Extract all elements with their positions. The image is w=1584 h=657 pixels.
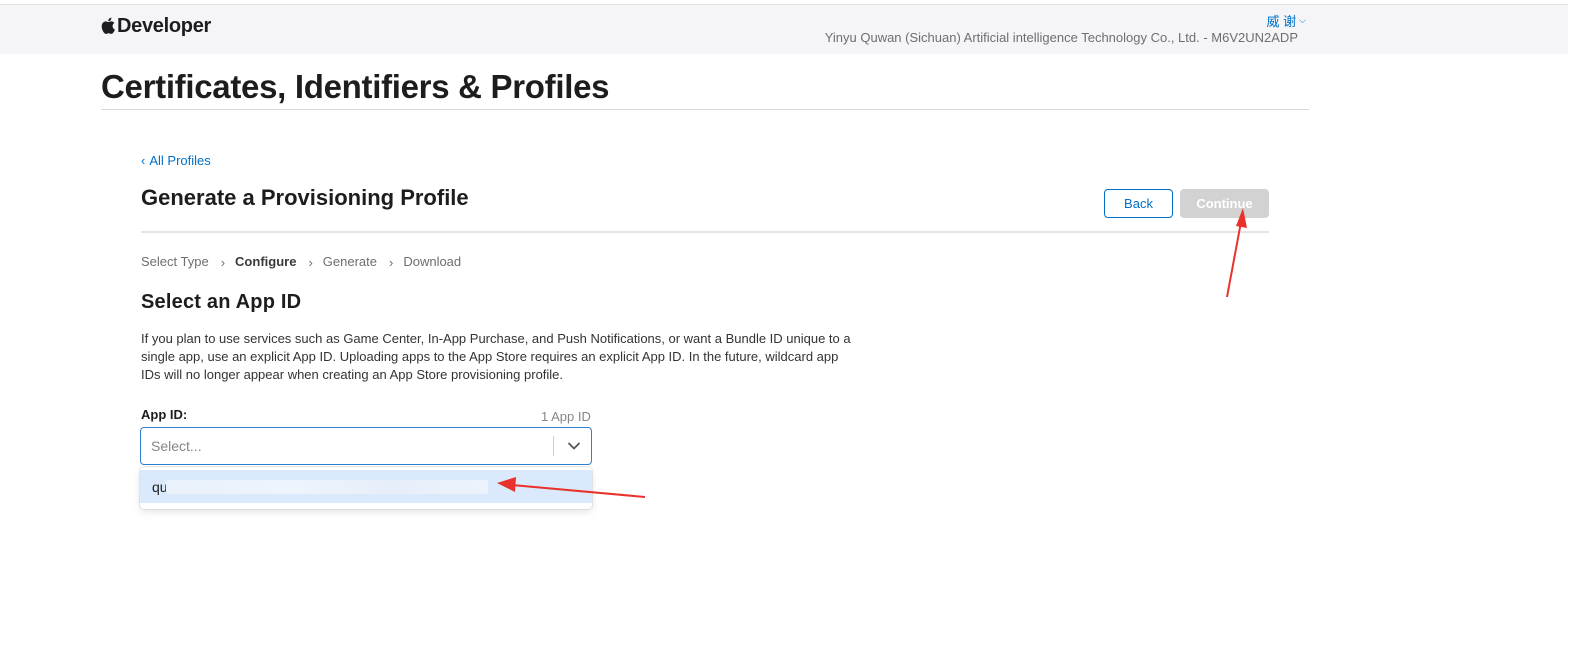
select-app-id-heading: Select an App ID bbox=[141, 291, 302, 313]
team-name: Yinyu Quwan (Sichuan) Artificial intelli… bbox=[824, 30, 1298, 45]
brand-label: Developer bbox=[117, 15, 212, 37]
annotation-arrow-continue bbox=[1226, 208, 1247, 298]
select-placeholder: Select... bbox=[151, 438, 202, 454]
back-button[interactable]: Back bbox=[1104, 189, 1173, 218]
apple-logo-icon bbox=[101, 17, 115, 34]
app-id-dropdown: qu bbox=[140, 467, 592, 509]
app-id-label: App ID: bbox=[141, 407, 188, 422]
continue-button[interactable]: Continue bbox=[1180, 189, 1269, 218]
app-id-option[interactable]: qu bbox=[140, 470, 592, 503]
app-id-description: If you plan to use services such as Game… bbox=[141, 331, 851, 382]
chevron-right-icon: › bbox=[388, 255, 394, 270]
chevron-right-icon: › bbox=[220, 255, 226, 270]
app-id-count: 1 App ID bbox=[541, 409, 591, 424]
chevron-down-icon bbox=[568, 442, 580, 450]
section-title: Generate a Provisioning Profile bbox=[141, 185, 469, 210]
user-name: 威 谢 bbox=[1266, 14, 1297, 29]
select-divider bbox=[553, 436, 554, 456]
chevron-left-icon: ‹ bbox=[141, 153, 146, 168]
chevron-down-icon: ⌵ bbox=[1299, 15, 1306, 25]
step-select-type: Select Type bbox=[141, 254, 209, 269]
app-id-select[interactable]: Select... bbox=[140, 427, 592, 465]
title-divider bbox=[101, 109, 1309, 110]
global-header: Developer 威 谢 ⌵ Yinyu Quwan (Sichuan) Ar… bbox=[0, 4, 1568, 54]
all-profiles-link[interactable]: ‹ All Profiles bbox=[141, 153, 211, 168]
redacted-text bbox=[166, 480, 488, 494]
step-generate: Generate bbox=[322, 254, 377, 269]
all-profiles-label: All Profiles bbox=[149, 153, 211, 168]
step-download: Download bbox=[403, 254, 462, 269]
chevron-right-icon: › bbox=[308, 255, 313, 270]
section-divider bbox=[141, 231, 1269, 233]
developer-brand[interactable]: Developer bbox=[101, 15, 211, 38]
user-menu[interactable]: 威 谢 ⌵ bbox=[1267, 11, 1306, 30]
step-configure: Configure bbox=[235, 254, 297, 269]
step-breadcrumb: Select Type › Configure › Generate › Dow… bbox=[141, 254, 462, 270]
page-title: Certificates, Identifiers & Profiles bbox=[101, 68, 610, 105]
